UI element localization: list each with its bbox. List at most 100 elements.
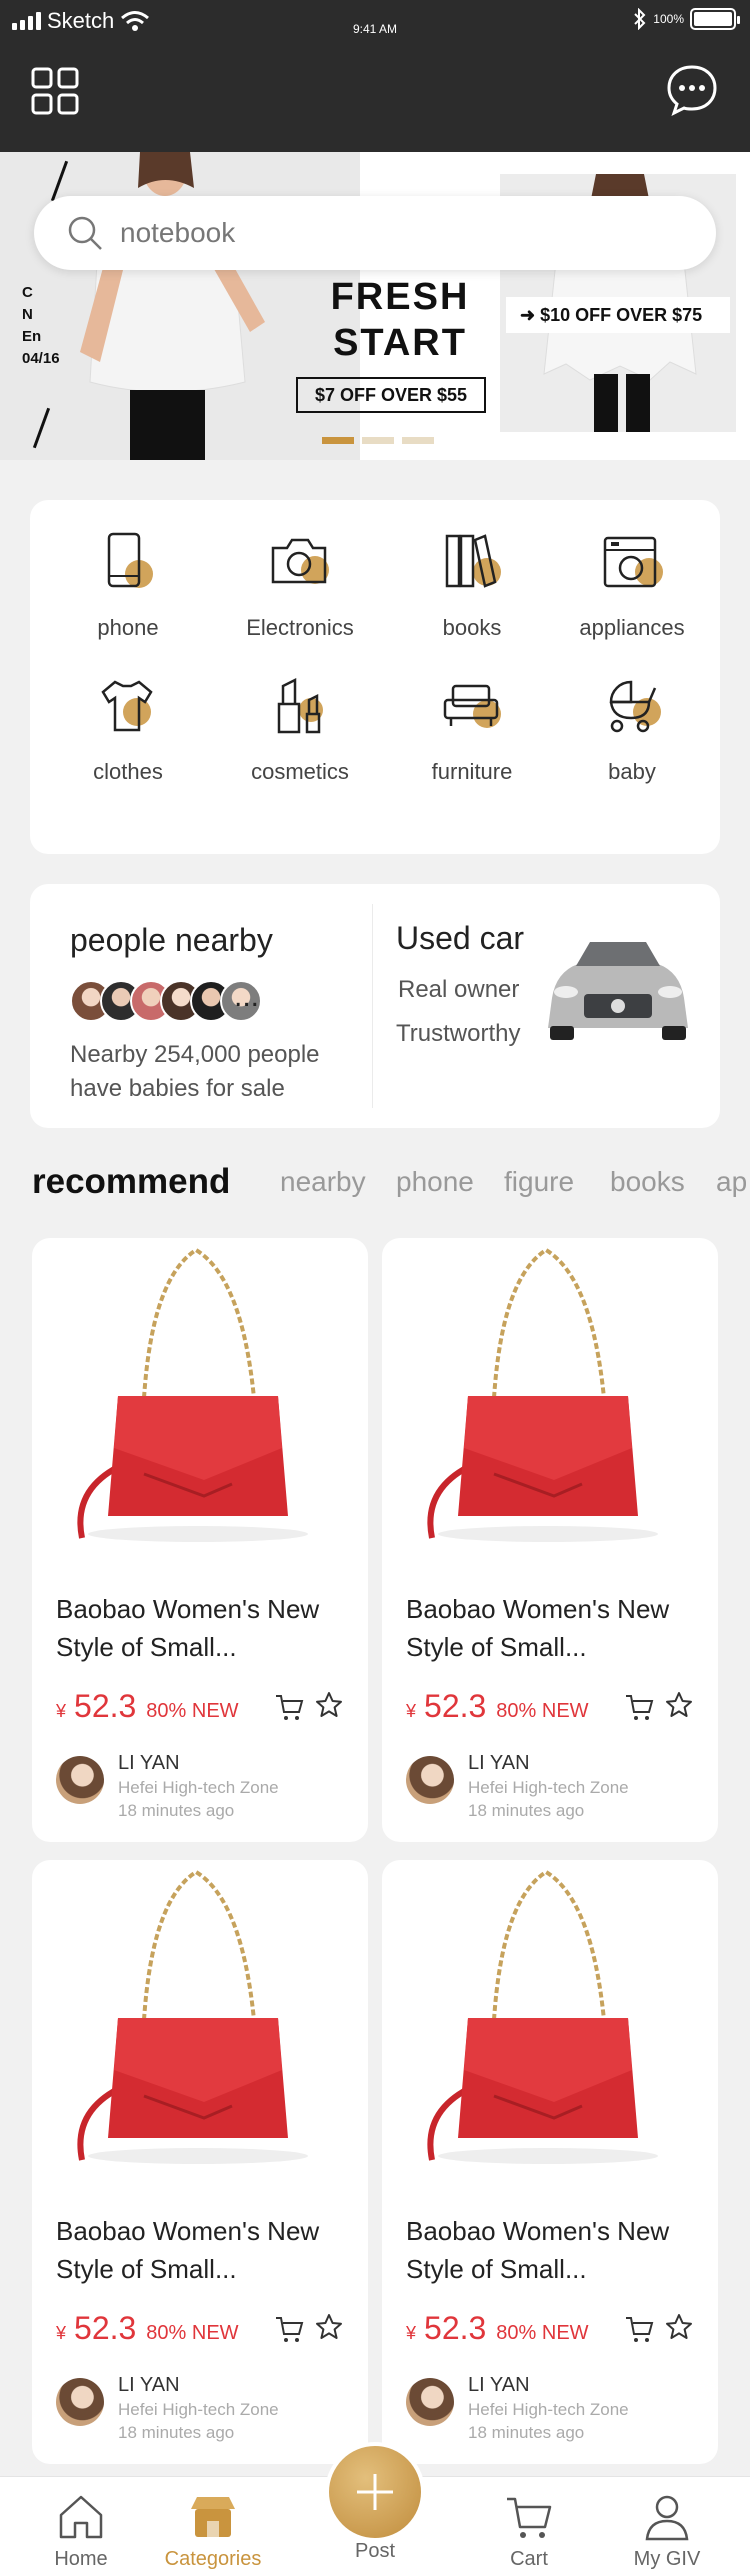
tab-phone[interactable]: phone	[396, 1166, 474, 1198]
plus-icon	[357, 2474, 393, 2510]
tab-label: My GIV	[633, 2548, 701, 2570]
product-card[interactable]: Baobao Women's New Style of Small... ¥52…	[382, 1860, 718, 2464]
product-image	[77, 1869, 308, 2164]
people-nearby-title: people nearby	[70, 922, 273, 958]
shop-icon	[191, 2497, 235, 2537]
tab-books[interactable]: books	[610, 1166, 685, 1198]
seller-name: LI YAN	[468, 2374, 530, 2396]
add-to-cart-icon[interactable]	[624, 1692, 654, 1722]
category-label: appliances	[579, 615, 685, 640]
tab-label: Cart	[510, 2548, 548, 2570]
banner-side-text: C N En 04/16	[22, 284, 60, 367]
product-name: Baobao Women's New Style of Small...	[406, 2216, 670, 2284]
post-label: Post	[354, 2540, 396, 2562]
category-baby[interactable]: baby	[546, 674, 718, 785]
post-button[interactable]	[325, 2442, 425, 2542]
search-input[interactable]: notebook	[120, 217, 235, 249]
tab-home[interactable]: Home	[26, 2477, 136, 2571]
nearby-avatars	[70, 980, 262, 1022]
tab-nearby[interactable]: nearby	[280, 1166, 366, 1198]
grid-icon[interactable]	[30, 66, 80, 116]
product-price: ¥52.3 80% NEW	[56, 2310, 239, 2346]
add-to-cart-icon[interactable]	[274, 1692, 304, 1722]
home-icon	[59, 2495, 103, 2539]
stroller-icon	[609, 680, 661, 733]
seller-name: LI YAN	[118, 2374, 180, 2396]
favorite-star-icon[interactable]	[314, 2312, 344, 2342]
posted-time: 18 minutes ago	[118, 2423, 235, 2442]
favorite-star-icon[interactable]	[314, 1690, 344, 1720]
app-header: Sketch 9:41 AM 100%	[0, 0, 750, 152]
category-phone[interactable]: phone	[42, 530, 214, 641]
tab-categories[interactable]: Categories	[158, 2477, 268, 2571]
banner-headline: FRESH START	[330, 276, 470, 364]
carousel-dot[interactable]	[402, 437, 434, 444]
user-icon	[645, 2495, 689, 2541]
people-nearby-description: Nearby 254,000 people have babies for sa…	[70, 1041, 320, 1102]
posted-time: 18 minutes ago	[468, 1801, 585, 1820]
cart-icon	[507, 2497, 552, 2538]
category-appliances[interactable]: appliances	[546, 530, 718, 641]
tshirt-icon	[101, 680, 153, 732]
carousel-dot[interactable]	[362, 437, 394, 444]
search-icon	[68, 216, 102, 250]
books-icon	[445, 534, 501, 588]
category-books[interactable]: books	[386, 530, 558, 641]
product-image	[427, 1247, 658, 1542]
used-car-line1: Real owner	[398, 976, 520, 1003]
tab-ap[interactable]: ap	[716, 1166, 747, 1198]
category-label: phone	[97, 615, 159, 640]
product-card[interactable]: Baobao Women's New Style of Small... ¥52…	[32, 1238, 368, 1842]
tab-figure[interactable]: figure	[504, 1166, 574, 1198]
category-electronics[interactable]: Electronics	[214, 530, 386, 641]
category-furniture[interactable]: furniture	[386, 674, 558, 785]
used-car-title: Used car	[396, 920, 525, 956]
product-card[interactable]: Baobao Women's New Style of Small... ¥52…	[382, 1238, 718, 1842]
sofa-icon	[443, 684, 501, 728]
seller-name: LI YAN	[468, 1752, 530, 1774]
used-car-line2: Trustworthy	[396, 1020, 521, 1047]
product-image	[77, 1247, 308, 1542]
favorite-star-icon[interactable]	[664, 1690, 694, 1720]
camera-icon	[271, 538, 329, 584]
seller-name: LI YAN	[118, 1752, 180, 1774]
nearby-more: ...	[234, 980, 260, 1013]
bluetooth-icon	[634, 8, 646, 30]
offer-right: ➜ $10 OFF OVER $75	[506, 297, 730, 333]
add-to-cart-icon[interactable]	[274, 2314, 304, 2344]
posted-time: 18 minutes ago	[468, 2423, 585, 2442]
tab-label: Home	[54, 2548, 108, 2570]
product-name: Baobao Women's New Style of Small...	[56, 2216, 320, 2284]
category-label: cosmetics	[251, 759, 349, 784]
product-price: ¥52.3 80% NEW	[406, 2310, 589, 2346]
tab-label: Categories	[164, 2548, 262, 2570]
appliance-icon	[603, 536, 663, 588]
car-photo	[548, 942, 688, 1040]
status-right: 100%	[633, 8, 740, 30]
category-cosmetics[interactable]: cosmetics	[214, 674, 386, 785]
seller-avatar	[406, 2378, 454, 2426]
add-to-cart-icon[interactable]	[624, 2314, 654, 2344]
search-bar[interactable]: notebook	[34, 196, 716, 270]
seller-location: Hefei High-tech Zone	[118, 2400, 279, 2419]
recommend-title: recommend	[32, 1162, 231, 1201]
category-label: baby	[608, 759, 656, 784]
battery-icon	[690, 8, 740, 30]
product-card[interactable]: Baobao Women's New Style of Small... ¥52…	[32, 1860, 368, 2464]
phone-icon	[107, 532, 153, 588]
favorite-star-icon[interactable]	[664, 2312, 694, 2342]
carousel-indicator	[322, 437, 434, 444]
seller-location: Hefei High-tech Zone	[468, 1778, 629, 1797]
post-button-circle	[329, 2446, 421, 2538]
tab-my-giv[interactable]: My GIV	[612, 2477, 722, 2571]
product-name: Baobao Women's New Style of Small...	[406, 1594, 670, 1662]
battery-percent: 100%	[653, 12, 684, 26]
category-clothes[interactable]: clothes	[42, 674, 214, 785]
chat-bubble-icon[interactable]	[664, 62, 720, 118]
product-price: ¥52.3 80% NEW	[406, 1688, 589, 1724]
category-label: clothes	[93, 759, 163, 784]
carousel-dot-active[interactable]	[322, 437, 354, 444]
feature-card: people nearby ... Nearby 254,000 people …	[30, 884, 720, 1128]
tab-cart[interactable]: Cart	[474, 2477, 584, 2571]
lipstick-icon	[277, 677, 323, 734]
